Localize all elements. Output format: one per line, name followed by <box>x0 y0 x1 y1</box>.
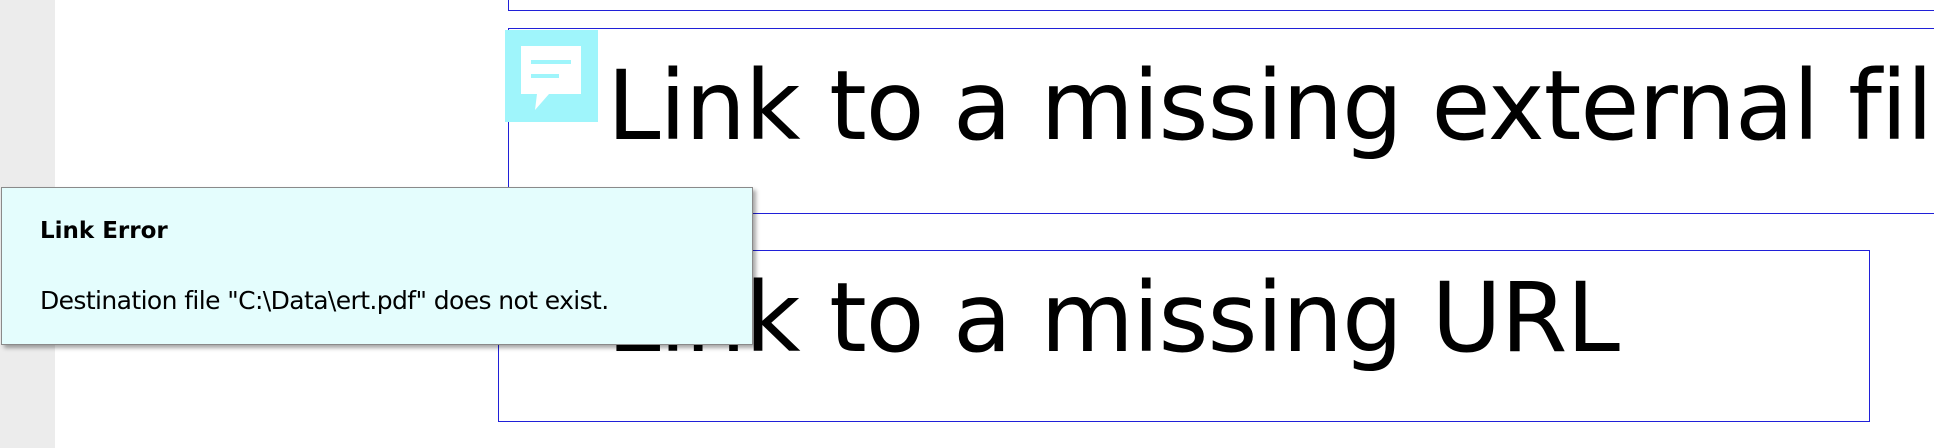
link-annotation-previous[interactable] <box>508 0 1934 11</box>
tooltip-title: Link Error <box>40 218 168 244</box>
external-file-link-text[interactable]: Link to a missing external file <box>607 58 1934 154</box>
missing-url-link-text[interactable]: Link to a missing URL <box>607 270 1620 366</box>
comment-icon[interactable] <box>505 30 598 122</box>
link-error-tooltip: Link Error Destination file "C:\Data\ert… <box>1 187 753 345</box>
tooltip-message: Destination file "C:\Data\ert.pdf" does … <box>40 286 609 315</box>
